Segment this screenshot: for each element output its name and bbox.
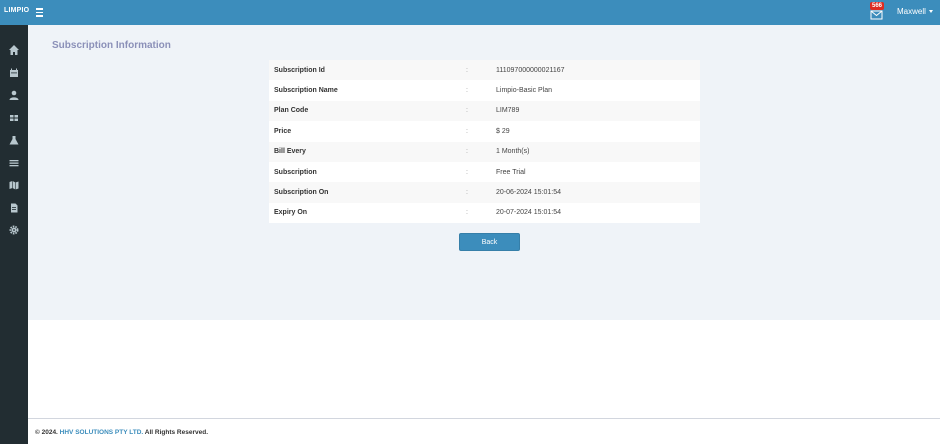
row-value: Free Trial xyxy=(496,168,526,176)
notification-badge: 566 xyxy=(870,2,885,10)
table-row: Subscription : Free Trial xyxy=(269,161,700,183)
row-separator: : xyxy=(466,168,468,176)
back-button[interactable]: Back xyxy=(459,233,520,251)
copyright-text: © 2024. HHV SOLUTIONS PTY LTD. All Right… xyxy=(35,429,208,436)
row-value: 20-06-2024 15:01:54 xyxy=(496,189,561,197)
row-value: 20-07-2024 15:01:54 xyxy=(496,209,561,217)
row-separator: : xyxy=(466,87,468,95)
table-row: Bill Every : 1 Month(s) xyxy=(269,141,700,162)
brand-logo[interactable]: LIMPIO xyxy=(4,7,29,14)
table-row: Price : $ 29 xyxy=(269,121,700,142)
flask-icon[interactable] xyxy=(7,133,21,147)
row-value: 111097000000021167 xyxy=(496,66,565,74)
settings-icon[interactable] xyxy=(7,223,21,237)
page-title: Subscription Information xyxy=(52,40,171,51)
copyright-suffix: All Rights Reserved. xyxy=(143,429,208,436)
top-navbar: LIMPIO 566 Maxwell xyxy=(0,0,940,25)
row-value: Limpio-Basic Plan xyxy=(496,87,553,95)
file-icon[interactable] xyxy=(7,201,21,215)
dashboard-grid-icon[interactable] xyxy=(7,111,21,125)
row-value: $ 29 xyxy=(496,127,510,135)
map-icon[interactable] xyxy=(7,178,21,192)
row-separator: : xyxy=(466,189,468,197)
row-separator: : xyxy=(466,107,468,115)
row-label: Subscription Name xyxy=(274,87,338,95)
row-label: Subscription xyxy=(274,168,317,176)
table-row: Expiry On : 20-07-2024 15:01:54 xyxy=(269,202,700,224)
row-value: LIM789 xyxy=(496,107,520,115)
row-separator: : xyxy=(466,127,468,135)
footer: © 2024. HHV SOLUTIONS PTY LTD. All Right… xyxy=(28,418,940,444)
row-label: Subscription Id xyxy=(274,66,325,74)
row-label: Price xyxy=(274,127,292,135)
menu-toggle-icon[interactable] xyxy=(36,6,46,18)
calendar-icon[interactable] xyxy=(7,66,21,80)
user-icon[interactable] xyxy=(7,88,21,102)
list-icon[interactable] xyxy=(7,156,21,170)
user-name: Maxwell xyxy=(897,7,926,16)
row-separator: : xyxy=(466,66,468,74)
row-label: Bill Every xyxy=(274,148,306,156)
home-icon[interactable] xyxy=(7,43,21,57)
row-separator: : xyxy=(466,209,468,217)
main-content: Subscription Information Subscription Id… xyxy=(28,25,940,320)
copyright-prefix: © 2024. xyxy=(35,429,60,436)
table-row: Subscription Id : 111097000000021167 xyxy=(269,60,700,81)
subscription-table: Subscription Id : 111097000000021167 Sub… xyxy=(269,60,700,224)
sidebar xyxy=(0,25,28,444)
table-row: Subscription On : 20-06-2024 15:01:54 xyxy=(269,182,700,203)
table-row: Subscription Name : Limpio-Basic Plan xyxy=(269,80,700,101)
table-row: Plan Code : LIM789 xyxy=(269,100,700,122)
row-label: Subscription On xyxy=(274,189,329,197)
row-value: 1 Month(s) xyxy=(496,148,530,156)
row-separator: : xyxy=(466,148,468,156)
user-menu[interactable]: Maxwell xyxy=(897,7,933,16)
row-label: Expiry On xyxy=(274,209,308,217)
company-link[interactable]: HHV SOLUTIONS PTY LTD. xyxy=(60,429,144,436)
row-label: Plan Code xyxy=(274,107,309,115)
chevron-down-icon xyxy=(928,10,933,14)
